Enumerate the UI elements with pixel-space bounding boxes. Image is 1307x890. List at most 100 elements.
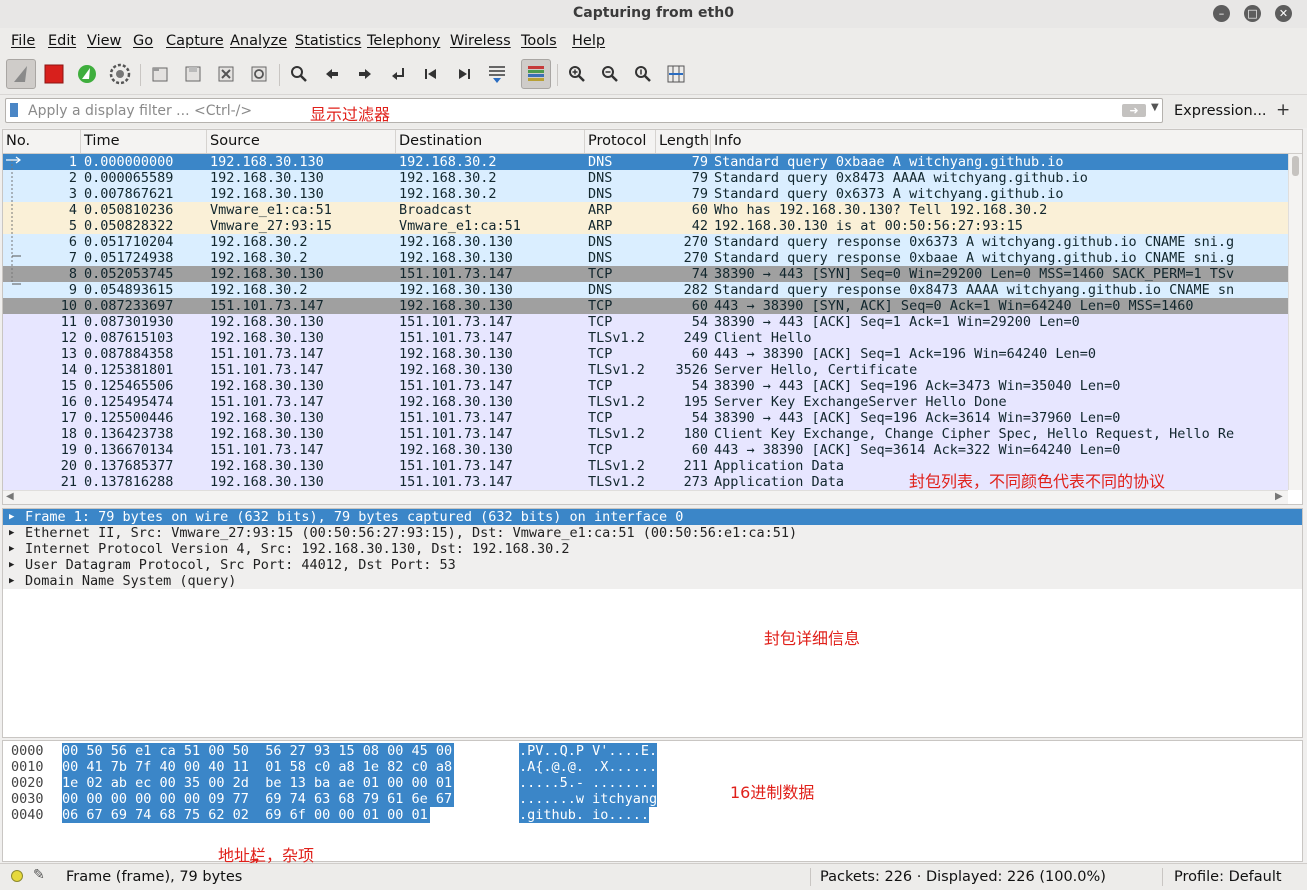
packet-list-vscroll[interactable] xyxy=(1288,154,1302,490)
detail-tree-item[interactable]: ▶ Ethernet II, Src: Vmware_27:93:15 (00:5… xyxy=(3,525,1302,541)
menu-help[interactable]: Help xyxy=(572,33,605,49)
maximize-icon[interactable]: □ xyxy=(1244,5,1261,22)
packet-row[interactable]: 3 0.007867621 192.168.30.130 192.168.30.2 DN… xyxy=(3,186,1288,202)
packet-row[interactable]: 14 0.125381801 151.101.73.147 192.168.30.13… xyxy=(3,362,1288,378)
packet-row[interactable]: 17 0.125500446 192.168.30.130 151.101.73.14… xyxy=(3,410,1288,426)
normal-size-icon[interactable] xyxy=(630,61,656,87)
zoom-out-icon[interactable] xyxy=(597,61,623,87)
restart-capture-icon[interactable] xyxy=(74,61,100,87)
find-packet-icon[interactable] xyxy=(286,61,312,87)
bookmark-icon[interactable] xyxy=(10,103,18,117)
capture-options-icon[interactable] xyxy=(107,61,133,87)
packet-row[interactable]: 5 0.050828322 Vmware_27:93:15 Vmware_e1:ca:… xyxy=(3,218,1288,234)
col-header-no[interactable]: No. xyxy=(6,133,30,149)
menu-file[interactable]: File xyxy=(11,33,35,49)
packet-list-hscroll[interactable]: ◀ ▶ xyxy=(3,490,1288,504)
close-file-icon[interactable] xyxy=(213,61,239,87)
column-divider[interactable] xyxy=(206,130,207,153)
scroll-right-icon[interactable]: ▶ xyxy=(1275,491,1283,502)
column-divider[interactable] xyxy=(710,130,711,153)
packet-row[interactable]: 4 0.050810236 Vmware_e1:ca:51 Broadcast ARP 6… xyxy=(3,202,1288,218)
packet-row[interactable]: 10 0.087233697 151.101.73.147 192.168.30.13… xyxy=(3,298,1288,314)
col-header-info[interactable]: Info xyxy=(714,133,741,149)
stop-capture-icon[interactable] xyxy=(41,61,67,87)
packet-row[interactable]: 15 0.125465506 192.168.30.130 151.101.73.14… xyxy=(3,378,1288,394)
menu-analyze[interactable]: Analyze xyxy=(230,33,287,49)
hex-bytes[interactable]: 06 67 69 74 68 75 62 02 69 6f 00 00 01 0… xyxy=(62,807,430,823)
packet-row[interactable]: 11 0.087301930 192.168.30.130 151.101.73.14… xyxy=(3,314,1288,330)
hex-bytes[interactable]: 1e 02 ab ec 00 35 00 2d be 13 ba ae 01 0… xyxy=(62,775,455,791)
go-forward-icon[interactable] xyxy=(352,61,378,87)
add-filter-button[interactable]: + xyxy=(1276,100,1290,120)
scrollbar-thumb[interactable] xyxy=(1292,156,1299,176)
hex-ascii[interactable]: .A{.@.@. .X...... xyxy=(519,759,658,775)
packet-row[interactable]: 2 0.000065589 192.168.30.130 192.168.30.2 DN… xyxy=(3,170,1288,186)
detail-tree-item[interactable]: ▶ Frame 1: 79 bytes on wire (632 bits), 7… xyxy=(3,509,1302,525)
packet-row[interactable]: 8 0.052053745 192.168.30.130 151.101.73.147… xyxy=(3,266,1288,282)
column-divider[interactable] xyxy=(395,130,396,153)
packet-row[interactable]: 6 0.051710204 192.168.30.2 192.168.30.130 DN… xyxy=(3,234,1288,250)
menu-edit[interactable]: Edit xyxy=(48,33,76,49)
reload-file-icon[interactable] xyxy=(246,61,272,87)
col-header-source[interactable]: Source xyxy=(210,133,260,149)
status-profile[interactable]: Profile: Default xyxy=(1174,869,1282,885)
minimize-icon[interactable]: – xyxy=(1213,5,1230,22)
zoom-in-icon[interactable] xyxy=(564,61,590,87)
last-packet-icon[interactable] xyxy=(451,61,477,87)
hex-bytes[interactable]: 00 41 7b 7f 40 00 40 11 01 58 c0 a8 1e 8… xyxy=(62,759,455,775)
menu-telephony[interactable]: Telephony xyxy=(367,33,440,49)
menu-wireless[interactable]: Wireless xyxy=(450,33,511,49)
open-file-icon[interactable] xyxy=(147,61,173,87)
filter-dropdown-icon[interactable]: ▼ xyxy=(1151,102,1159,113)
menu-go[interactable]: Go xyxy=(133,33,153,49)
packet-row[interactable]: 9 0.054893615 192.168.30.2 192.168.30.130 DN… xyxy=(3,282,1288,298)
detail-tree-item[interactable]: ▶ Domain Name System (query) xyxy=(3,573,1302,589)
col-header-length[interactable]: Length xyxy=(659,133,709,149)
packet-row[interactable]: 12 0.087615103 192.168.30.130 151.101.73.14… xyxy=(3,330,1288,346)
apply-filter-arrow-icon[interactable]: ➜ xyxy=(1122,104,1146,117)
col-header-protocol[interactable]: Protocol xyxy=(588,133,646,149)
col-header-time[interactable]: Time xyxy=(84,133,120,149)
hex-bytes[interactable]: 00 00 00 00 00 00 09 77 69 74 63 68 79 6… xyxy=(62,791,455,807)
expand-arrow-icon[interactable]: ▶ xyxy=(9,541,14,557)
colorize-icon[interactable] xyxy=(521,59,551,89)
expand-arrow-icon[interactable]: ▶ xyxy=(9,573,14,589)
edit-comment-icon[interactable]: ✎ xyxy=(33,867,45,883)
hex-ascii[interactable]: .PV..Q.P V'....E. xyxy=(519,743,658,759)
hex-bytes[interactable]: 00 50 56 e1 ca 51 00 50 56 27 93 15 08 0… xyxy=(62,743,455,759)
column-divider[interactable] xyxy=(80,130,81,153)
col-header-destination[interactable]: Destination xyxy=(399,133,482,149)
autoscroll-icon[interactable] xyxy=(484,61,510,87)
save-file-icon[interactable] xyxy=(180,61,206,87)
hex-ascii[interactable]: .github. io..... xyxy=(519,807,650,823)
shark-fin-icon[interactable] xyxy=(6,59,36,89)
packet-row[interactable]: 18 0.136423738 192.168.30.130 151.101.73.14… xyxy=(3,426,1288,442)
expand-arrow-icon[interactable]: ▶ xyxy=(9,509,14,525)
packet-row[interactable]: 16 0.125495474 151.101.73.147 192.168.30.13… xyxy=(3,394,1288,410)
hex-ascii[interactable]: .....5.- ........ xyxy=(519,775,658,791)
go-back-icon[interactable] xyxy=(319,61,345,87)
go-to-packet-icon[interactable] xyxy=(385,61,411,87)
packet-row[interactable]: 1 0.000000000 192.168.30.130 192.168.30.2 DN… xyxy=(3,154,1288,170)
menu-statistics[interactable]: Statistics xyxy=(295,33,361,49)
expert-info-icon[interactable] xyxy=(11,870,23,882)
scroll-left-icon[interactable]: ◀ xyxy=(6,491,14,502)
menu-capture[interactable]: Capture xyxy=(166,33,224,49)
expand-arrow-icon[interactable]: ▶ xyxy=(9,557,14,573)
packet-row[interactable]: 7 0.051724938 192.168.30.2 192.168.30.130 DN… xyxy=(3,250,1288,266)
column-divider[interactable] xyxy=(655,130,656,153)
menu-tools[interactable]: Tools xyxy=(521,33,557,49)
column-divider[interactable] xyxy=(584,130,585,153)
expression-button[interactable]: Expression... xyxy=(1174,103,1267,119)
packet-row[interactable]: 13 0.087884358 151.101.73.147 192.168.30.13… xyxy=(3,346,1288,362)
hex-ascii[interactable]: .......w itchyang xyxy=(519,791,658,807)
packet-row[interactable]: 19 0.136670134 151.101.73.147 192.168.30.13… xyxy=(3,442,1288,458)
display-filter-input[interactable] xyxy=(26,100,1120,122)
menu-view[interactable]: View xyxy=(87,33,121,49)
close-icon[interactable]: ✕ xyxy=(1275,5,1292,22)
expand-arrow-icon[interactable]: ▶ xyxy=(9,525,14,541)
first-packet-icon[interactable] xyxy=(418,61,444,87)
detail-tree-item[interactable]: ▶ User Datagram Protocol, Src Port: 44012… xyxy=(3,557,1302,573)
resize-columns-icon[interactable] xyxy=(663,61,689,87)
detail-tree-item[interactable]: ▶ Internet Protocol Version 4, Src: 192.1… xyxy=(3,541,1302,557)
